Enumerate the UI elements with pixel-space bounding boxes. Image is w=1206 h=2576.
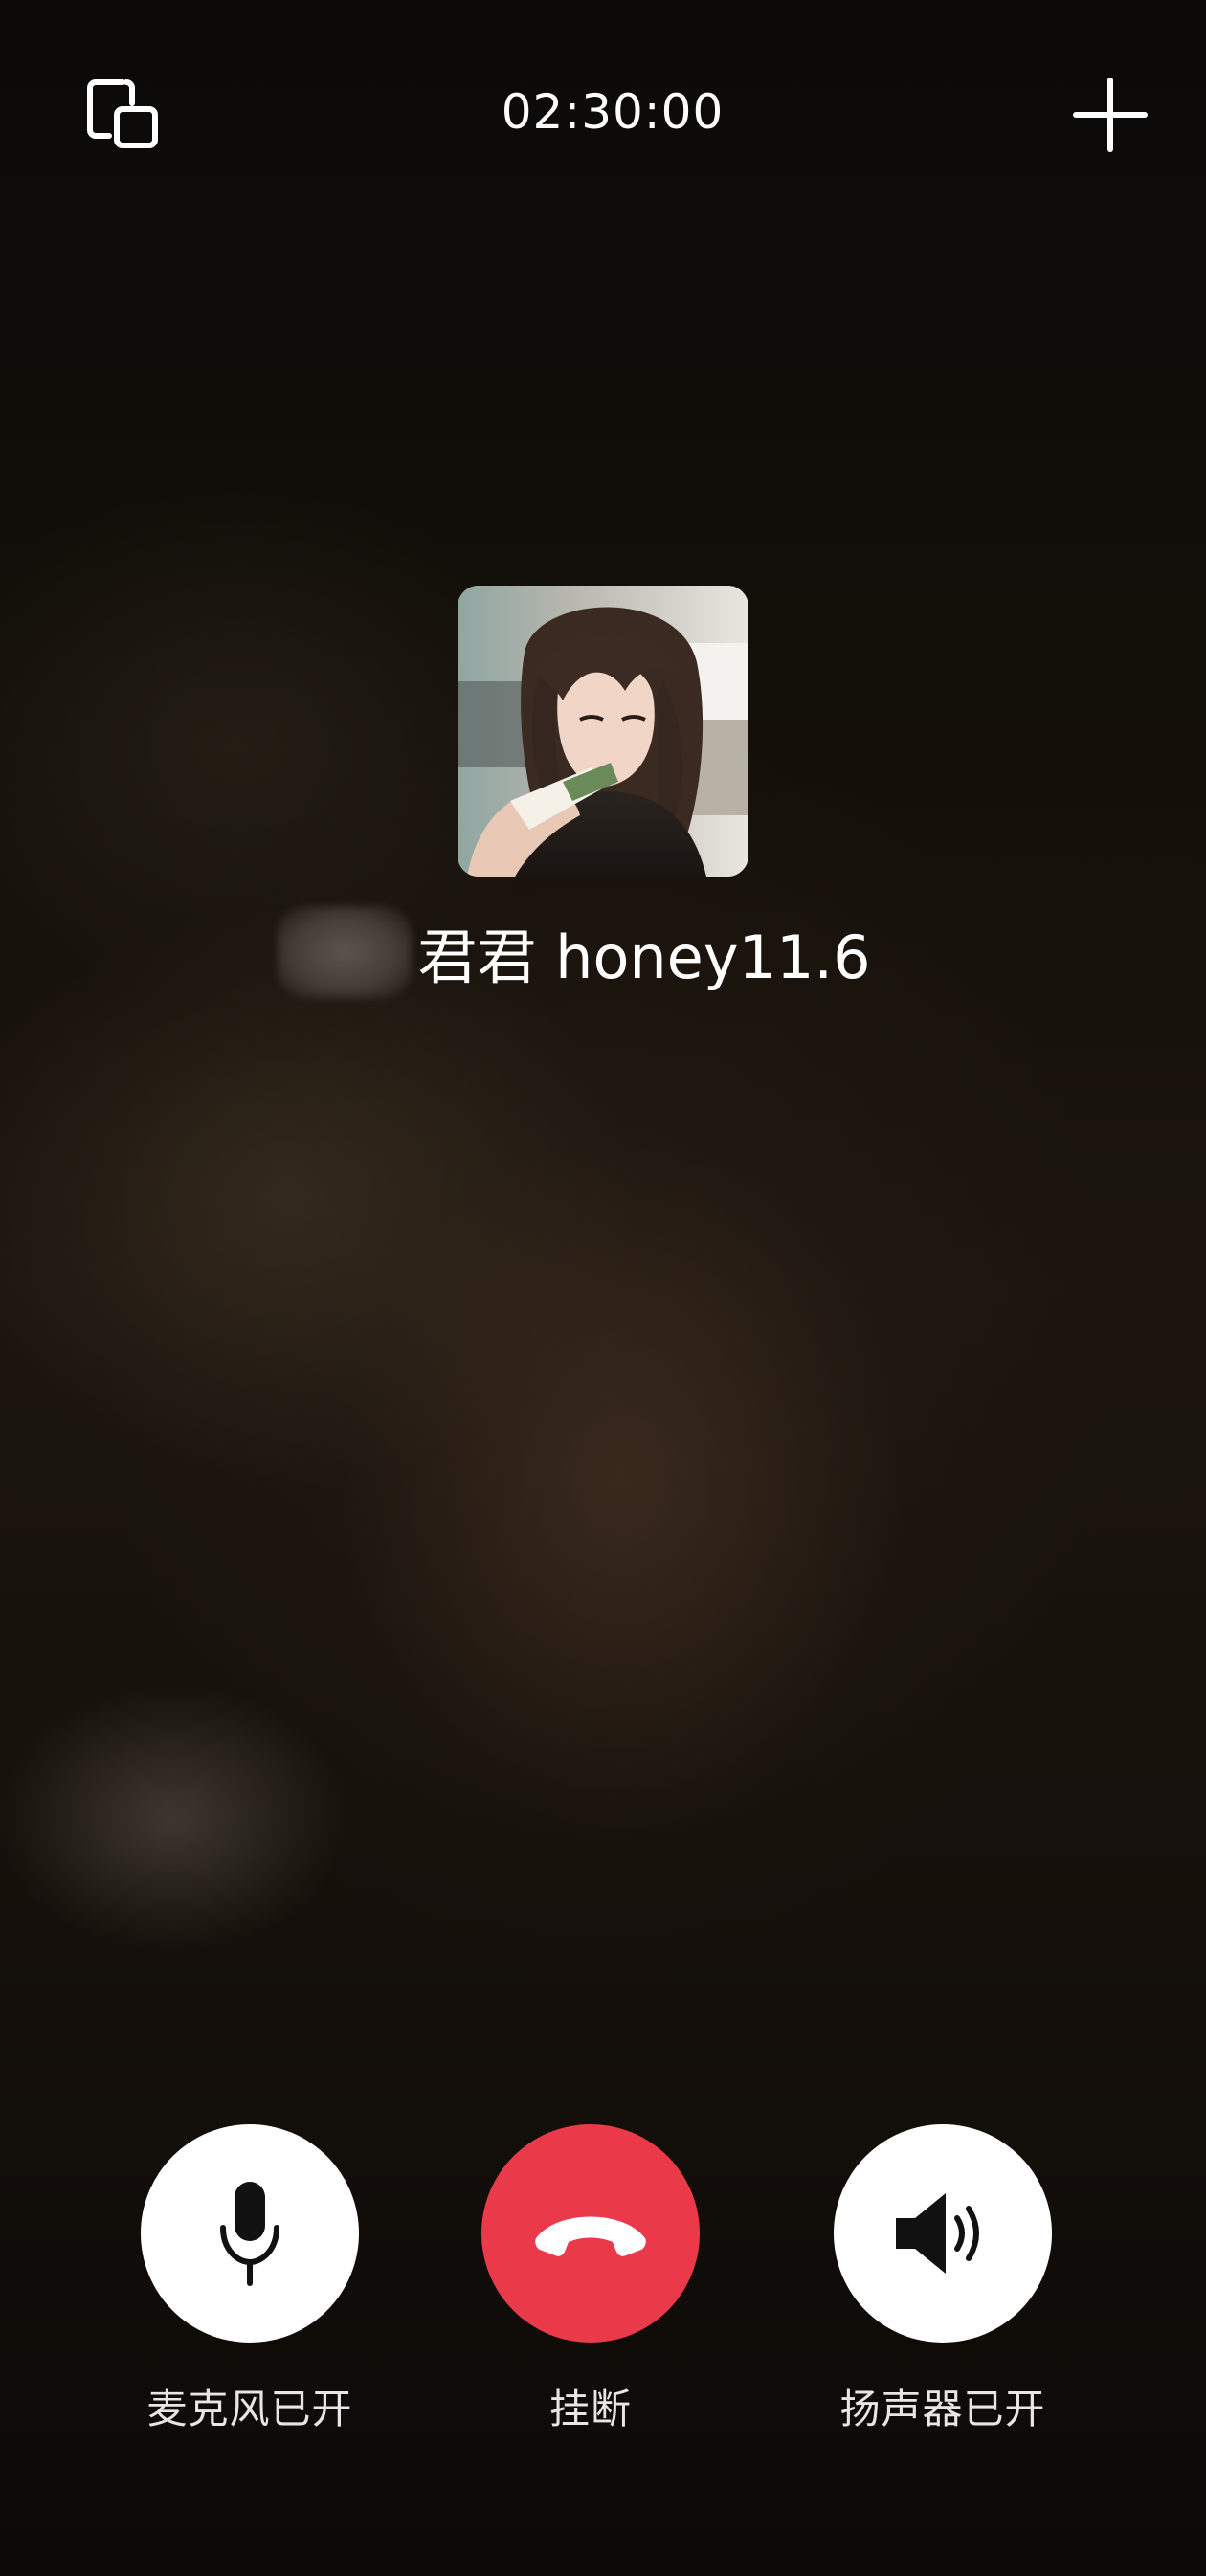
minimize-window-icon — [87, 79, 158, 148]
call-timer: 02:30:00 — [501, 84, 725, 140]
contact-avatar — [458, 586, 748, 877]
voice-call-screen: 02:30:00 君君 honey11.6 麦克风已开 挂断 扬声器已开 — [0, 0, 1206, 2576]
microphone-icon — [220, 2182, 279, 2286]
mic-toggle-button[interactable] — [141, 2124, 359, 2343]
speaker-toggle-button[interactable] — [834, 2124, 1052, 2343]
mic-control: 麦克风已开 — [125, 2124, 374, 2435]
avatar-photo — [458, 586, 748, 877]
speaker-icon — [896, 2193, 979, 2274]
name-redaction-blur — [278, 906, 413, 998]
add-participant-button[interactable] — [1062, 67, 1158, 163]
contact-name: 君君 honey11.6 — [417, 922, 871, 992]
speaker-control: 扬声器已开 — [818, 2124, 1067, 2435]
hangup-label: 挂断 — [548, 2386, 632, 2432]
speaker-label: 扬声器已开 — [839, 2386, 1046, 2432]
minimize-button[interactable] — [75, 67, 170, 163]
mic-label: 麦克风已开 — [146, 2386, 353, 2432]
plus-icon — [1073, 78, 1148, 152]
hangup-control: 挂断 — [466, 2124, 715, 2435]
hang-up-phone-icon — [535, 2216, 646, 2256]
hangup-button[interactable] — [481, 2124, 700, 2343]
contact-name-row: 君君 honey11.6 — [0, 906, 1206, 998]
